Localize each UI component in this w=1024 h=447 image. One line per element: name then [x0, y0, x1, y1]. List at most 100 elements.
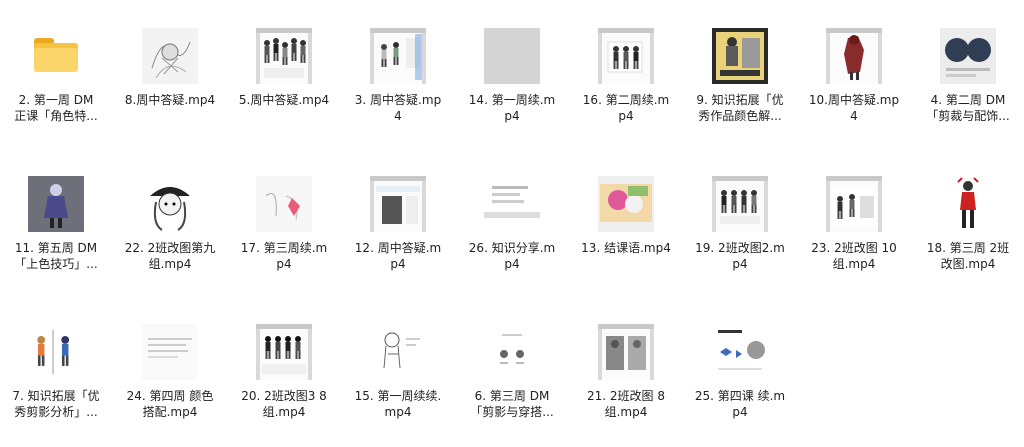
video-thumbnail: [484, 324, 540, 380]
file-item[interactable]: 3. 周中答疑.mp 4: [342, 8, 454, 148]
file-name: 3. 周中答疑.mp 4: [346, 92, 450, 124]
file-grid: 2. 第一周 DM 正课「角色特... 8.周中答疑.mp4 5.周中答疑.mp4 3.…: [0, 0, 1024, 447]
video-thumbnail: [142, 28, 198, 84]
file-item[interactable]: 23. 2班改图 10 组.mp4: [798, 156, 910, 296]
file-name: 14. 第一周续.m p4: [460, 92, 564, 124]
file-name: 26. 知识分享.m p4: [460, 240, 564, 272]
file-item[interactable]: 20. 2班改图3 8 组.mp4: [228, 304, 340, 444]
file-item[interactable]: 21. 2班改图 8 组.mp4: [570, 304, 682, 444]
video-thumbnail: [484, 176, 540, 232]
file-item[interactable]: 11. 第五周 DM 「上色技巧」...: [0, 156, 112, 296]
file-name-line-1: 8.周中答疑.mp4: [124, 93, 216, 107]
video-thumbnail: [598, 176, 654, 232]
file-name-line-1: 2. 第一周 DM: [18, 93, 94, 107]
file-item[interactable]: 4. 第二周 DM 「剪裁与配饰...: [912, 8, 1024, 148]
file-item[interactable]: 14. 第一周续.m p4: [456, 8, 568, 148]
file-name-line-1: 26. 知识分享.m: [468, 241, 556, 255]
file-name-line-1: 16. 第二周续.m: [582, 93, 670, 107]
video-thumbnail: [370, 176, 426, 232]
file-item[interactable]: 26. 知识分享.m p4: [456, 156, 568, 296]
file-name: 20. 2班改图3 8 组.mp4: [232, 388, 336, 420]
file-item[interactable]: 7. 知识拓展「优 秀剪影分析」...: [0, 304, 112, 444]
file-name: 23. 2班改图 10 组.mp4: [802, 240, 906, 272]
file-name-line-2: p4: [276, 257, 292, 271]
file-name-line-2: mp4: [384, 405, 412, 419]
file-item[interactable]: 8.周中答疑.mp4: [114, 8, 226, 148]
file-name: 15. 第一周续续. mp4: [346, 388, 450, 420]
file-item[interactable]: 24. 第四周 颜色 搭配.mp4: [114, 304, 226, 444]
file-name-line-1: 6. 第三周 DM: [474, 389, 550, 403]
file-name: 5.周中答疑.mp4: [232, 92, 336, 108]
file-name-line-2: p4: [618, 109, 634, 123]
video-thumbnail: [484, 28, 540, 84]
file-name-line-2: 4: [394, 109, 402, 123]
file-name-line-1: 15. 第一周续续.: [354, 389, 442, 403]
file-name: 22. 2班改图第九 组.mp4: [118, 240, 222, 272]
file-name: 12. 周中答疑.m p4: [346, 240, 450, 272]
file-name-line-1: 24. 第四周 颜色: [126, 389, 214, 403]
file-item[interactable]: 10.周中答疑.mp 4: [798, 8, 910, 148]
video-thumbnail: [256, 28, 312, 84]
file-name-line-2: 组.mp4: [262, 405, 306, 419]
file-name-line-2: p4: [732, 257, 748, 271]
file-name-line-2: 「剪影与穿搭...: [470, 405, 554, 419]
file-name-line-2: p4: [504, 109, 520, 123]
file-name: 13. 结课语.mp4: [574, 240, 678, 256]
video-thumbnail: [826, 28, 882, 84]
file-item[interactable]: 5.周中答疑.mp4: [228, 8, 340, 148]
file-item[interactable]: 22. 2班改图第九 组.mp4: [114, 156, 226, 296]
file-name-line-2: 秀剪影分析」...: [14, 405, 98, 419]
file-name-line-2: p4: [504, 257, 520, 271]
file-name-line-1: 22. 2班改图第九: [124, 241, 216, 255]
file-name-line-1: 7. 知识拓展「优: [12, 389, 100, 403]
file-name-line-1: 13. 结课语.mp4: [581, 241, 671, 255]
file-name-line-2: 组.mp4: [604, 405, 648, 419]
file-name-line-1: 14. 第一周续.m: [468, 93, 556, 107]
file-name-line-2: 「剪裁与配饰...: [926, 109, 1010, 123]
video-thumbnail: [28, 324, 84, 380]
file-item[interactable]: 18. 第三周 2班 改图.mp4: [912, 156, 1024, 296]
file-item[interactable]: 12. 周中答疑.m p4: [342, 156, 454, 296]
file-name: 2. 第一周 DM 正课「角色特...: [4, 92, 108, 124]
file-name: 10.周中答疑.mp 4: [802, 92, 906, 124]
file-name: 4. 第二周 DM 「剪裁与配饰...: [916, 92, 1020, 124]
file-name: 8.周中答疑.mp4: [118, 92, 222, 108]
file-name-line-1: 25. 第四课 续.m: [694, 389, 786, 403]
video-thumbnail: [940, 28, 996, 84]
file-item[interactable]: 19. 2班改图2.m p4: [684, 156, 796, 296]
video-thumbnail: [28, 176, 84, 232]
file-name-line-1: 12. 周中答疑.m: [354, 241, 442, 255]
file-name: 21. 2班改图 8 组.mp4: [574, 388, 678, 420]
file-item[interactable]: 25. 第四课 续.m p4: [684, 304, 796, 444]
video-thumbnail: [142, 176, 198, 232]
file-item[interactable]: 6. 第三周 DM 「剪影与穿搭...: [456, 304, 568, 444]
video-thumbnail: [940, 176, 996, 232]
file-item[interactable]: 9. 知识拓展「优 秀作品颜色解...: [684, 8, 796, 148]
file-name-line-1: 17. 第三周续.m: [240, 241, 328, 255]
file-name-line-2: 改图.mp4: [940, 257, 996, 271]
file-name: 24. 第四周 颜色 搭配.mp4: [118, 388, 222, 420]
file-name-line-1: 20. 2班改图3 8: [241, 389, 327, 403]
file-name-line-1: 11. 第五周 DM: [14, 241, 98, 255]
file-name: 18. 第三周 2班 改图.mp4: [916, 240, 1020, 272]
file-name-line-2: 秀作品颜色解...: [698, 109, 782, 123]
file-name-line-2: 4: [850, 109, 858, 123]
video-thumbnail: [142, 324, 198, 380]
file-name-line-1: 21. 2班改图 8: [587, 389, 665, 403]
file-item[interactable]: 15. 第一周续续. mp4: [342, 304, 454, 444]
file-name-line-2: 组.mp4: [148, 257, 192, 271]
file-name-line-2: 「上色技巧」...: [14, 257, 98, 271]
folder-item[interactable]: 2. 第一周 DM 正课「角色特...: [0, 8, 112, 148]
file-item[interactable]: 16. 第二周续.m p4: [570, 8, 682, 148]
file-item[interactable]: 17. 第三周续.m p4: [228, 156, 340, 296]
video-thumbnail: [370, 28, 426, 84]
file-name: 6. 第三周 DM 「剪影与穿搭...: [460, 388, 564, 420]
video-thumbnail: [598, 28, 654, 84]
file-name-line-1: 3. 周中答疑.mp: [354, 93, 442, 107]
file-item[interactable]: 13. 结课语.mp4: [570, 156, 682, 296]
file-name-line-2: 搭配.mp4: [142, 405, 198, 419]
video-thumbnail: [712, 28, 768, 84]
video-thumbnail: [712, 176, 768, 232]
file-name: 9. 知识拓展「优 秀作品颜色解...: [688, 92, 792, 124]
video-thumbnail: [826, 176, 882, 232]
